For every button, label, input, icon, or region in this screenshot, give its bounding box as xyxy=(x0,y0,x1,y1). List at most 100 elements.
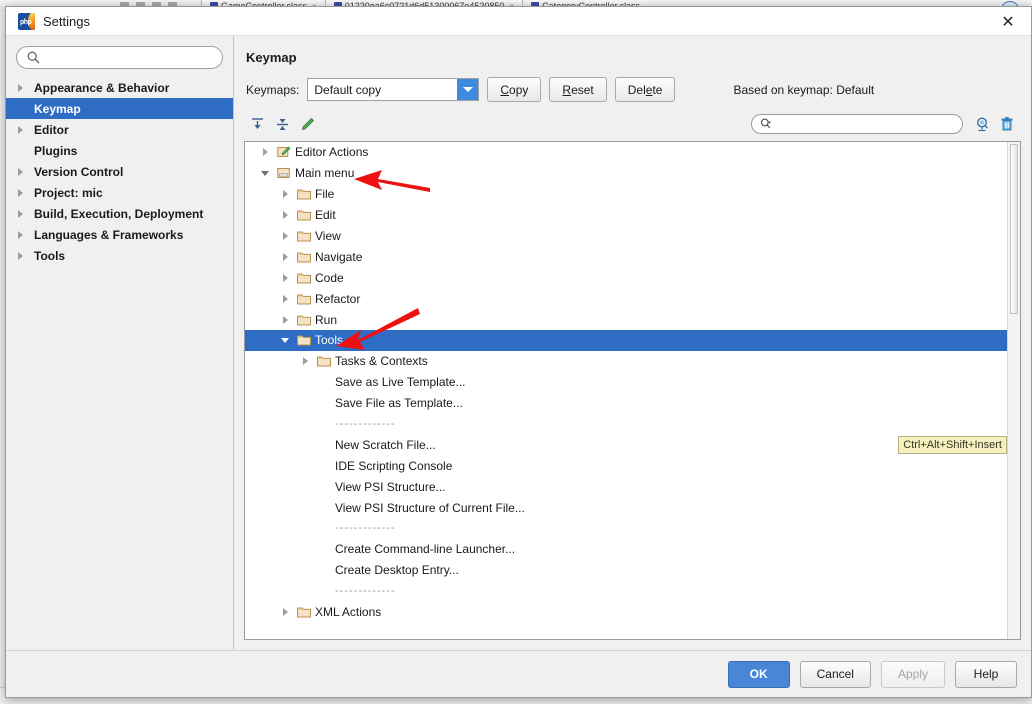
sidebar-item-project-mic[interactable]: Project: mic xyxy=(6,182,233,203)
chevron-right-icon[interactable] xyxy=(275,273,295,282)
keymap-toolbar xyxy=(246,113,1021,135)
chevron-right-icon[interactable] xyxy=(275,211,295,220)
cancel-button[interactable]: Cancel xyxy=(799,660,871,688)
sidebar-search-box[interactable] xyxy=(16,46,223,69)
tree-row[interactable]: Tasks & Contexts xyxy=(245,351,1007,372)
apply-button[interactable]: Apply xyxy=(880,660,945,688)
find-shortcut-box[interactable] xyxy=(751,114,963,134)
chevron-right-icon[interactable] xyxy=(18,251,32,260)
tree-row[interactable]: View xyxy=(245,226,1007,247)
search-icon xyxy=(27,51,40,64)
folder-icon xyxy=(295,606,313,618)
chevron-right-icon[interactable] xyxy=(18,188,32,197)
find-by-shortcut-icon[interactable] xyxy=(971,114,993,134)
sidebar-item-build-execution-deployment[interactable]: Build, Execution, Deployment xyxy=(6,203,233,224)
tree-row-label: Run xyxy=(315,312,338,327)
tree-vertical-scrollbar[interactable] xyxy=(1007,142,1020,639)
sidebar-item-label: Tools xyxy=(34,248,66,263)
tree-row[interactable]: Code xyxy=(245,267,1007,288)
sidebar-item-list: Appearance & Behavior Keymap Editor Plugins… xyxy=(6,75,233,650)
tree-row[interactable]: XML Actions xyxy=(245,602,1007,623)
chevron-right-icon[interactable] xyxy=(275,232,295,240)
chevron-right-icon[interactable] xyxy=(275,315,295,324)
chevron-right-icon[interactable] xyxy=(275,294,295,303)
tree-separator: ------------- xyxy=(245,414,1007,435)
chevron-right-icon[interactable] xyxy=(18,83,32,92)
tree-row[interactable]: Create Desktop Entry... xyxy=(245,560,1007,581)
tree-row[interactable]: Refactor xyxy=(245,288,1007,309)
pencil-edit-icon[interactable] xyxy=(296,114,318,134)
tree-row-label: New Scratch File... xyxy=(335,437,436,452)
chevron-right-icon[interactable] xyxy=(275,608,295,617)
chevron-down-icon[interactable] xyxy=(255,170,275,176)
keymaps-label: Keymaps: xyxy=(246,82,300,97)
folder-icon xyxy=(295,293,313,305)
help-button[interactable]: Help xyxy=(955,660,1017,688)
chevron-right-icon[interactable] xyxy=(275,190,295,199)
tree-row-label: Code xyxy=(315,270,344,285)
chevron-right-icon[interactable] xyxy=(255,148,275,157)
folder-icon xyxy=(295,209,313,221)
tree-row[interactable]: Create Command-line Launcher... xyxy=(245,539,1007,560)
tree-row-label: XML Actions xyxy=(315,605,382,620)
tree-row[interactable]: Save as Live Template... xyxy=(245,372,1007,393)
tree-row[interactable]: IDE Scripting Console xyxy=(245,455,1007,476)
delete-shortcut-icon[interactable] xyxy=(996,114,1018,134)
tree-row[interactable]: New Scratch File... Ctrl+Alt+Shift+Insert xyxy=(245,434,1007,455)
settings-sidebar: Appearance & Behavior Keymap Editor Plugins… xyxy=(6,36,234,650)
tree-row-label: Refactor xyxy=(315,291,361,306)
expand-all-icon[interactable] xyxy=(246,114,268,134)
tree-row-label: View xyxy=(315,229,341,243)
tree-row[interactable]: Save File as Template... xyxy=(245,393,1007,414)
reset-button[interactable]: Reset xyxy=(549,77,607,102)
close-icon[interactable]: ✕ xyxy=(985,7,1031,35)
chevron-right-icon[interactable] xyxy=(275,252,295,261)
keymap-select-value: Default copy xyxy=(314,82,382,97)
chevron-right-icon[interactable] xyxy=(18,125,32,134)
ok-button[interactable]: OK xyxy=(727,660,790,688)
tree-row[interactable]: Tools xyxy=(245,330,1007,351)
sidebar-item-appearance-behavior[interactable]: Appearance & Behavior xyxy=(6,77,233,98)
tree-row[interactable]: View PSI Structure... xyxy=(245,476,1007,497)
sidebar-item-label: Version Control xyxy=(34,164,124,179)
tree-row[interactable]: View PSI Structure of Current File... xyxy=(245,497,1007,518)
tree-row[interactable]: Run xyxy=(245,309,1007,330)
tree-row[interactable]: File xyxy=(245,184,1007,205)
sidebar-item-languages-frameworks[interactable]: Languages & Frameworks xyxy=(6,224,233,245)
chevron-down-icon[interactable] xyxy=(275,337,295,343)
keymap-action-tree[interactable]: Editor Actions Main menu File Edit View Navig… xyxy=(244,141,1021,640)
sidebar-item-plugins[interactable]: Plugins xyxy=(6,140,233,161)
collapse-all-icon[interactable] xyxy=(271,114,293,134)
reset-button-label: eset xyxy=(571,82,594,97)
sidebar-item-editor[interactable]: Editor xyxy=(6,119,233,140)
chevron-right-icon[interactable] xyxy=(295,357,315,366)
folder-icon xyxy=(315,355,333,367)
search-input[interactable] xyxy=(45,49,212,66)
tree-row-label: Edit xyxy=(315,208,336,223)
sidebar-item-keymap[interactable]: Keymap xyxy=(6,98,233,119)
sidebar-item-tools[interactable]: Tools xyxy=(6,245,233,266)
sidebar-item-label: Plugins xyxy=(34,143,78,158)
delete-button-label: te xyxy=(652,82,663,97)
sidebar-item-version-control[interactable]: Version Control xyxy=(6,161,233,182)
keymap-select[interactable]: Default copy xyxy=(307,78,480,101)
screen: GameController.class × 01220ea6c0721d6d5… xyxy=(0,0,1032,704)
tree-row[interactable]: Main menu xyxy=(245,163,1007,184)
tree-row-label: Save as Live Template... xyxy=(335,375,466,390)
copy-button[interactable]: Copy xyxy=(487,77,542,102)
chevron-right-icon[interactable] xyxy=(18,230,32,239)
chevron-right-icon[interactable] xyxy=(18,167,32,176)
tree-row-label: Navigate xyxy=(315,249,363,264)
chevron-down-icon[interactable] xyxy=(457,79,479,100)
keymap-panel: Keymap Keymaps: Default copy Copy Reset … xyxy=(234,36,1031,650)
tree-row[interactable]: Editor Actions xyxy=(245,142,1007,163)
tree-row[interactable]: Navigate xyxy=(245,246,1007,267)
phpstorm-icon: php xyxy=(18,12,35,30)
keymaps-row: Keymaps: Default copy Copy Reset Del e te … xyxy=(246,77,1021,102)
chevron-right-icon[interactable] xyxy=(18,209,32,218)
tree-row[interactable]: Edit xyxy=(245,205,1007,226)
find-input[interactable] xyxy=(775,117,954,131)
copy-button-label: opy xyxy=(509,82,529,97)
tree-scrollbar-thumb[interactable] xyxy=(1010,144,1018,314)
delete-button[interactable]: Del e te xyxy=(614,77,676,102)
